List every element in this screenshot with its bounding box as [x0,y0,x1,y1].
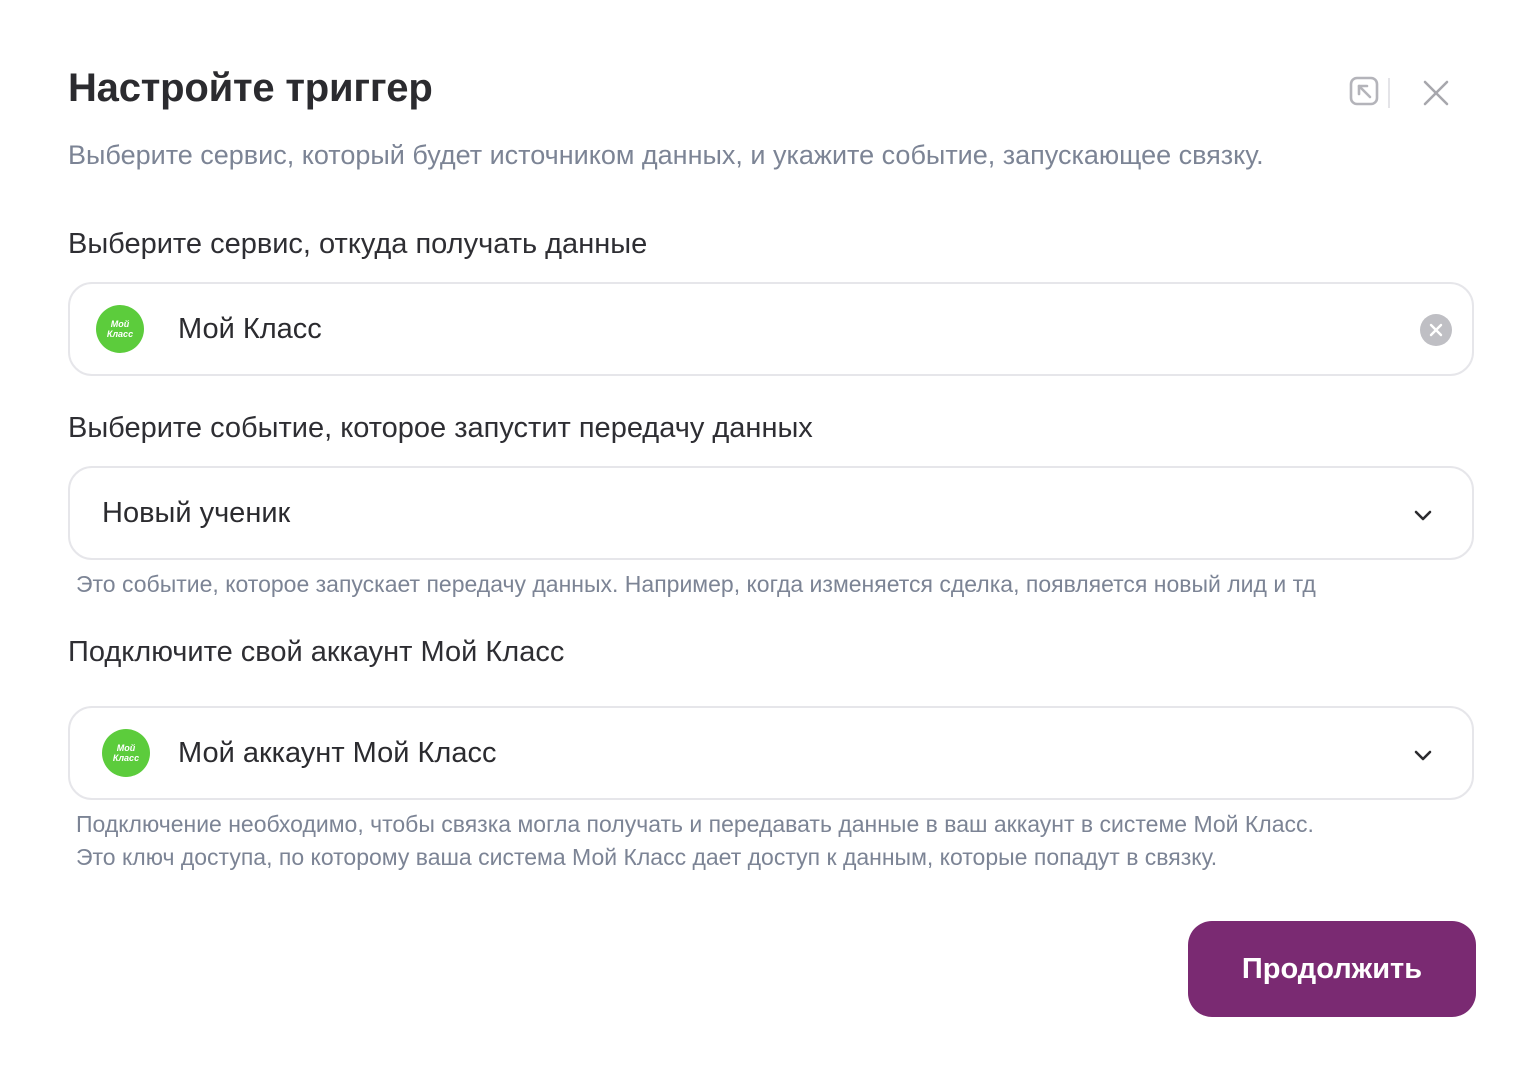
collapse-icon[interactable] [1346,73,1386,113]
moy-klass-logo: Мой Класс [96,305,144,353]
clear-icon[interactable] [1420,314,1452,346]
logo-text-line2: Класс [106,329,134,339]
dialog-title: Настройте триггер [68,66,433,110]
service-label: Выберите сервис, откуда получать данные [68,228,648,260]
event-label: Выберите событие, которое запустит перед… [68,412,813,444]
header-actions [1346,72,1456,114]
trigger-setup-dialog: Настройте триггер Выберите сервис, котор… [0,0,1518,1072]
account-hint-line2: Это ключ доступа, по которому ваша систе… [76,844,1218,870]
moy-klass-logo: Мой Класс [102,729,150,777]
logo-text-line1: Мой [116,743,136,753]
close-icon[interactable] [1416,73,1456,113]
header-divider [1388,78,1390,108]
service-select[interactable]: Мой Класс Мой Класс [68,282,1474,376]
event-hint: Это событие, которое запускает передачу … [76,571,1316,597]
account-label: Подключите свой аккаунт Мой Класс [68,636,565,668]
account-hint-line1: Подключение необходимо, чтобы связка мог… [76,811,1314,837]
continue-button[interactable]: Продолжить [1188,921,1476,1017]
dialog-subtitle: Выберите сервис, который будет источнико… [68,140,1264,170]
chevron-down-icon [1412,744,1434,766]
event-select[interactable]: Новый ученик [68,466,1474,560]
logo-text-line1: Мой [110,319,130,329]
event-value: Новый ученик [102,496,291,529]
service-value: Мой Класс [178,312,322,345]
account-value: Мой аккаунт Мой Класс [178,736,497,769]
chevron-down-icon [1412,504,1434,526]
logo-text-line2: Класс [112,753,140,763]
account-select[interactable]: Мой Класс Мой аккаунт Мой Класс [68,706,1474,800]
